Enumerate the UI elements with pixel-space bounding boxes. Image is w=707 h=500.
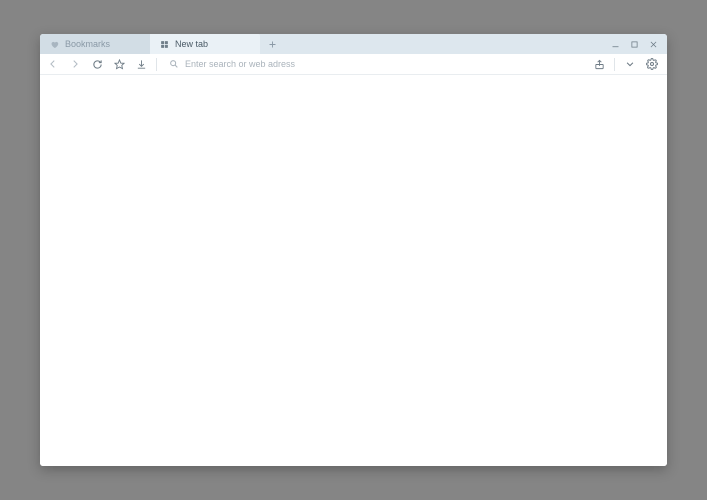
- browser-window: Bookmarks New tab: [40, 34, 667, 466]
- toolbar-divider: [156, 58, 157, 71]
- settings-button[interactable]: [645, 57, 659, 71]
- menu-chevron-button[interactable]: [623, 57, 637, 71]
- address-bar[interactable]: [165, 59, 584, 69]
- download-button[interactable]: [134, 57, 148, 71]
- heart-icon: [50, 40, 59, 49]
- toolbar-right: [592, 57, 661, 71]
- new-tab-button[interactable]: [260, 34, 284, 54]
- toolbar: [40, 54, 667, 75]
- address-input[interactable]: [185, 59, 584, 69]
- grid-icon: [160, 40, 169, 49]
- tab-label: Bookmarks: [65, 39, 110, 49]
- tabstrip-spacer: [284, 34, 609, 54]
- back-button[interactable]: [46, 57, 60, 71]
- tab-new-tab[interactable]: New tab: [150, 34, 260, 54]
- window-controls: [609, 34, 667, 54]
- search-icon: [169, 59, 179, 69]
- minimize-button[interactable]: [609, 38, 621, 50]
- tab-bookmarks[interactable]: Bookmarks: [40, 34, 150, 54]
- forward-button[interactable]: [68, 57, 82, 71]
- reload-button[interactable]: [90, 57, 104, 71]
- page-content: [40, 75, 667, 466]
- close-button[interactable]: [647, 38, 659, 50]
- share-button[interactable]: [592, 57, 606, 71]
- maximize-button[interactable]: [628, 38, 640, 50]
- toolbar-divider-right: [614, 58, 615, 71]
- tab-strip: Bookmarks New tab: [40, 34, 667, 54]
- tab-label: New tab: [175, 39, 208, 49]
- nav-buttons: [46, 57, 148, 71]
- bookmark-button[interactable]: [112, 57, 126, 71]
